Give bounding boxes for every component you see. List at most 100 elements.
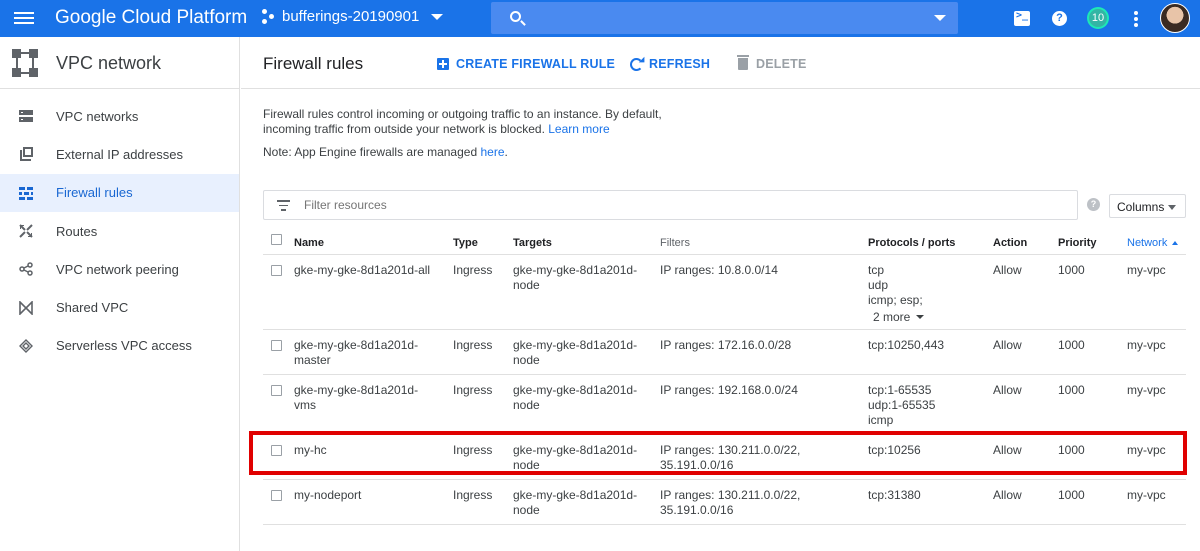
column-header-targets[interactable]: Targets — [513, 236, 552, 251]
rule-name[interactable]: my-nodeport — [294, 488, 361, 503]
rule-filters: IP ranges: 130.211.0.0/22, 35.191.0.0/16 — [660, 443, 800, 473]
filter-bar[interactable] — [263, 190, 1078, 220]
sidebar-item-label: Serverless VPC access — [56, 338, 192, 354]
rule-network[interactable]: my-vpc — [1127, 443, 1166, 458]
rule-protocols: tcp:10250,443 — [868, 338, 944, 353]
column-header-protocols[interactable]: Protocols / ports — [868, 236, 955, 251]
rule-protocols: tcp udp icmp; esp; 2 more — [868, 263, 925, 325]
column-header-type[interactable]: Type — [453, 236, 478, 251]
intro-description: Firewall rules control incoming or outgo… — [263, 107, 683, 137]
rule-name-line: vms — [294, 398, 316, 412]
filters-line: 35.191.0.0/16 — [660, 458, 734, 472]
protocol-line: udp — [868, 278, 889, 292]
sidebar-item-serverless-vpc[interactable]: Serverless VPC access — [0, 327, 239, 365]
rule-priority: 1000 — [1058, 488, 1085, 502]
column-header-name[interactable]: Name — [294, 236, 324, 251]
product-title[interactable]: Google Cloud Platform — [55, 7, 247, 29]
help-icon[interactable]: ? — [1087, 198, 1100, 211]
cloud-shell-icon[interactable] — [1014, 10, 1030, 26]
rule-action: Allow — [993, 443, 1022, 457]
filters-line: IP ranges: 130.211.0.0/22, — [660, 488, 801, 502]
filter-input[interactable] — [304, 198, 1004, 212]
targets-line: gke-my-gke-8d1a201d- — [513, 338, 638, 352]
avatar[interactable] — [1160, 3, 1190, 33]
table-row[interactable]: gke-my-gke-8d1a201d-master Ingress gke-m… — [263, 330, 1186, 375]
sidebar-item-label: VPC network peering — [56, 261, 179, 277]
rule-action: Allow — [993, 338, 1022, 352]
notifications-badge[interactable]: 10 — [1087, 7, 1109, 29]
row-checkbox[interactable] — [271, 340, 282, 351]
peering-icon — [19, 262, 33, 277]
shared-vpc-icon — [19, 300, 33, 315]
sidebar-item-routes[interactable]: Routes — [0, 212, 239, 250]
rule-action: Allow — [993, 383, 1022, 397]
row-checkbox[interactable] — [271, 385, 282, 396]
sidebar: VPC network VPC networks External IP add… — [0, 37, 240, 551]
more-vert-icon[interactable] — [1134, 11, 1138, 29]
search-input[interactable] — [491, 2, 958, 34]
rule-targets: gke-my-gke-8d1a201d-node — [513, 383, 637, 413]
filters-line: IP ranges: 192.168.0.0/24 — [660, 383, 798, 397]
rule-network[interactable]: my-vpc — [1127, 338, 1166, 353]
sidebar-item-label: External IP addresses — [56, 146, 183, 162]
rule-name[interactable]: my-hc — [294, 443, 327, 458]
rule-name[interactable]: gke-my-gke-8d1a201d-vms — [294, 383, 418, 413]
filters-line: 35.191.0.0/16 — [660, 503, 734, 517]
note-here-link[interactable]: here — [480, 145, 504, 159]
top-app-bar: Google Cloud Platform bufferings-2019090… — [0, 0, 1200, 37]
columns-button[interactable]: Columns — [1109, 194, 1186, 218]
rule-priority: 1000 — [1058, 338, 1085, 352]
rule-name[interactable]: gke-my-gke-8d1a201d-all — [294, 263, 430, 278]
sidebar-item-external-ip[interactable]: External IP addresses — [0, 135, 239, 173]
rule-name[interactable]: gke-my-gke-8d1a201d-master — [294, 338, 418, 368]
select-all-checkbox[interactable] — [271, 234, 282, 245]
rule-protocols: tcp:1-65535 udp:1-65535 icmp — [868, 383, 935, 428]
rule-network[interactable]: my-vpc — [1127, 263, 1166, 278]
row-checkbox[interactable] — [271, 445, 282, 456]
refresh-button[interactable]: REFRESH — [630, 57, 710, 71]
create-firewall-rule-button[interactable]: CREATE FIREWALL RULE — [437, 57, 615, 71]
column-header-priority[interactable]: Priority — [1058, 236, 1097, 251]
table-row[interactable]: gke-my-gke-8d1a201d-vms Ingress gke-my-g… — [263, 375, 1186, 435]
create-label: CREATE FIREWALL RULE — [456, 57, 616, 71]
rule-network[interactable]: my-vpc — [1127, 383, 1166, 398]
firewall-rules-table: Name Type Targets Filters Protocols / po… — [263, 228, 1186, 525]
targets-line: node — [513, 278, 540, 292]
rule-network[interactable]: my-vpc — [1127, 488, 1166, 503]
learn-more-link[interactable]: Learn more — [548, 122, 609, 136]
row-checkbox[interactable] — [271, 265, 282, 276]
sidebar-item-firewall-rules[interactable]: Firewall rules — [0, 173, 239, 212]
project-picker[interactable]: bufferings-20190901 — [262, 8, 444, 25]
sidebar-item-vpc-peering[interactable]: VPC network peering — [0, 250, 239, 288]
filter-list-icon — [277, 200, 290, 214]
protocol-line: tcp:10256 — [868, 443, 921, 457]
column-header-action[interactable]: Action — [993, 236, 1027, 251]
hamburger-menu-icon[interactable] — [14, 9, 34, 27]
rule-name-line: master — [294, 353, 331, 367]
search-dropdown-icon[interactable] — [934, 15, 946, 21]
sidebar-item-shared-vpc[interactable]: Shared VPC — [0, 288, 239, 326]
sidebar-item-label: Firewall rules — [56, 185, 133, 201]
table-row[interactable]: gke-my-gke-8d1a201d-all Ingress gke-my-g… — [263, 255, 1186, 330]
table-row[interactable]: my-nodeport Ingress gke-my-gke-8d1a201d-… — [263, 480, 1186, 525]
rule-type: Ingress — [453, 383, 493, 397]
rule-protocols: tcp:10256 — [868, 443, 921, 458]
rule-filters: IP ranges: 10.8.0.0/14 — [660, 263, 778, 278]
app-engine-note: Note: App Engine firewalls are managed h… — [263, 145, 508, 159]
vpc-network-icon — [12, 49, 38, 77]
table-row[interactable]: my-hc Ingress gke-my-gke-8d1a201d-node I… — [263, 435, 1186, 480]
sidebar-item-label: Shared VPC — [56, 300, 129, 316]
refresh-label: REFRESH — [649, 57, 711, 71]
delete-button[interactable]: DELETE — [737, 55, 807, 71]
rule-action: Allow — [993, 263, 1022, 277]
row-checkbox[interactable] — [271, 490, 282, 501]
add-box-icon — [437, 58, 449, 70]
targets-line: gke-my-gke-8d1a201d- — [513, 383, 638, 397]
protocol-line: tcp:1-65535 — [868, 383, 932, 397]
rule-filters: IP ranges: 130.211.0.0/22, 35.191.0.0/16 — [660, 488, 800, 518]
column-header-network[interactable]: Network — [1127, 236, 1179, 251]
help-icon[interactable]: ? — [1052, 11, 1067, 26]
sidebar-item-vpc-networks[interactable]: VPC networks — [0, 97, 239, 135]
show-more-protocols[interactable]: 2 more — [868, 310, 925, 325]
column-header-filters: Filters — [660, 237, 690, 249]
